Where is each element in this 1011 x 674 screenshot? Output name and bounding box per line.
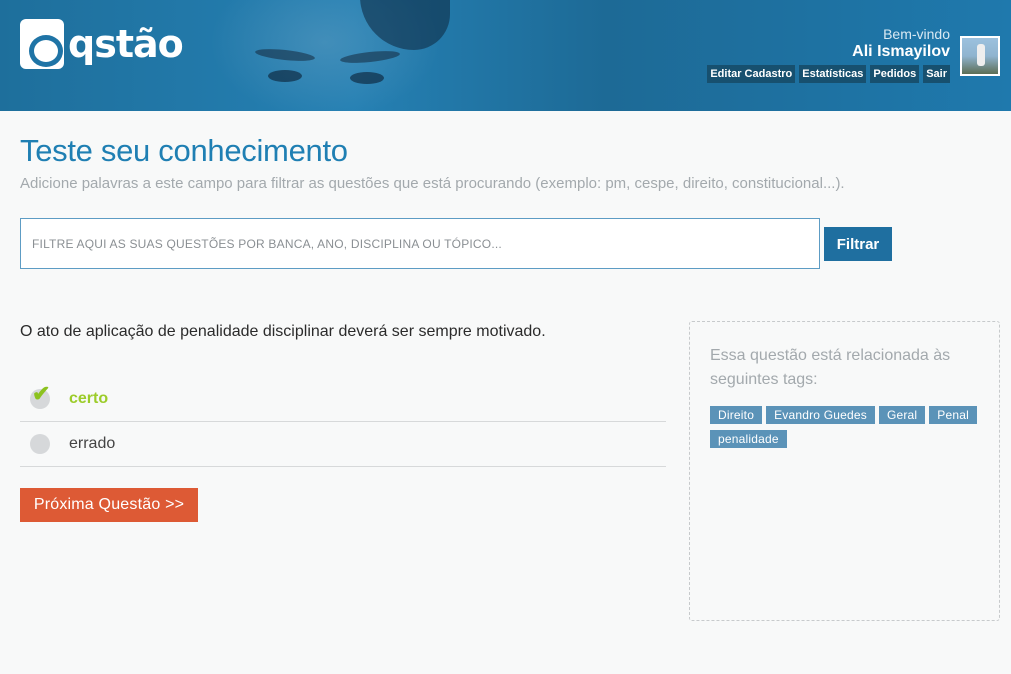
logout-link[interactable]: Sair <box>923 65 950 83</box>
welcome-text: Bem-vindo <box>883 26 950 42</box>
tag-penal[interactable]: Penal <box>929 406 977 424</box>
user-name: Ali Ismayilov <box>852 43 950 60</box>
orders-link[interactable]: Pedidos <box>870 65 920 83</box>
answer-option-errado[interactable]: errado <box>20 422 666 467</box>
statistics-link[interactable]: Estatísticas <box>799 65 867 83</box>
tag-direito[interactable]: Direito <box>710 406 763 424</box>
check-icon: ✔ <box>32 381 51 406</box>
radio-icon[interactable] <box>30 434 50 454</box>
site-logo[interactable]: qstão <box>20 18 184 70</box>
answer-option-certo[interactable]: ✔ certo <box>20 377 666 422</box>
next-question-button[interactable]: Próxima Questão >> <box>20 488 198 522</box>
tag-geral[interactable]: Geral <box>878 406 926 424</box>
tags-panel: Essa questão está relacionada às seguint… <box>689 321 1000 621</box>
tag-evandro-guedes[interactable]: Evandro Guedes <box>766 406 875 424</box>
page-title: Teste seu conhecimento <box>20 133 348 168</box>
site-header: qstão Bem-vindo Ali Ismayilov Editar Cad… <box>0 0 1011 111</box>
filter-button[interactable]: Filtrar <box>824 227 892 261</box>
search-box <box>20 218 820 269</box>
search-input[interactable] <box>21 219 819 268</box>
user-menu: Editar Cadastro Estatísticas Pedidos Sai… <box>707 65 950 83</box>
edit-profile-link[interactable]: Editar Cadastro <box>707 65 796 83</box>
answer-label: errado <box>69 435 116 452</box>
qstao-logo-icon <box>20 19 64 69</box>
question-text: O ato de aplicação de penalidade discipl… <box>20 323 546 340</box>
radio-icon[interactable]: ✔ <box>30 383 50 409</box>
tags-intro-text: Essa questão está relacionada às seguint… <box>710 347 951 388</box>
welcome-block: Bem-vindo Ali Ismayilov <box>852 26 950 61</box>
page-subtitle: Adicione palavras a este campo para filt… <box>20 175 845 192</box>
avatar[interactable] <box>960 36 1000 76</box>
header-background-photo <box>210 0 450 111</box>
tag-list: Direito Evandro Guedes Geral Penal penal… <box>710 406 990 448</box>
answer-label: certo <box>69 390 109 407</box>
tag-penalidade[interactable]: penalidade <box>710 430 787 448</box>
logo-text: qstão <box>68 22 184 66</box>
